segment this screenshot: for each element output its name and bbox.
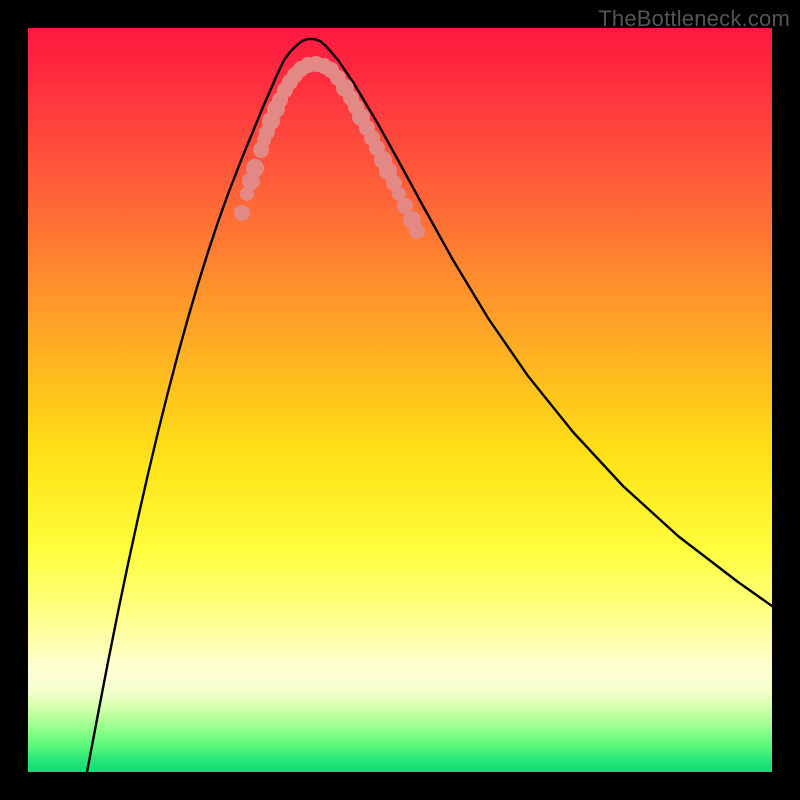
chart-frame: TheBottleneck.com xyxy=(0,0,800,800)
curve-path xyxy=(87,39,772,772)
curve-markers xyxy=(234,56,425,239)
curve-layer xyxy=(28,28,772,772)
bottleneck-curve xyxy=(87,39,772,772)
source-citation: TheBottleneck.com xyxy=(598,6,790,32)
curve-marker xyxy=(409,223,425,239)
plot-area xyxy=(28,28,772,772)
curve-marker xyxy=(234,205,250,221)
curve-marker xyxy=(246,159,264,177)
